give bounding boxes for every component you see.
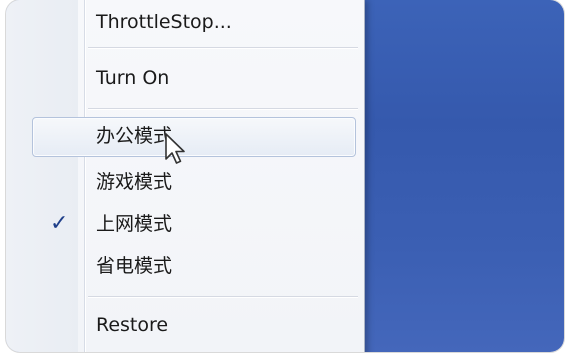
arrow-cursor-icon bbox=[165, 133, 185, 164]
menu-item-restore[interactable]: Restore bbox=[96, 313, 168, 337]
checkmark-icon: ✓ bbox=[50, 211, 69, 236]
screenshot-frame: ThrottleStop... Turn On 办公模式 游戏模式 ✓ 上网模式… bbox=[6, 0, 564, 352]
menu-separator bbox=[88, 108, 358, 110]
menu-item-throttlestop[interactable]: ThrottleStop... bbox=[96, 10, 232, 34]
context-menu: ThrottleStop... Turn On 办公模式 游戏模式 ✓ 上网模式… bbox=[6, 0, 365, 352]
menu-item-web-mode[interactable]: 上网模式 bbox=[96, 212, 172, 236]
menu-item-power-save-mode[interactable]: 省电模式 bbox=[96, 254, 172, 278]
menu-separator bbox=[88, 296, 358, 298]
gutter-divider-highlight bbox=[85, 0, 86, 352]
menu-item-highlight bbox=[32, 117, 356, 157]
menu-separator bbox=[88, 47, 358, 49]
menu-item-office-mode[interactable]: 办公模式 bbox=[96, 124, 172, 148]
menu-item-turn-on[interactable]: Turn On bbox=[96, 66, 169, 90]
menu-item-game-mode[interactable]: 游戏模式 bbox=[96, 170, 172, 194]
menu-icon-gutter bbox=[6, 0, 78, 352]
